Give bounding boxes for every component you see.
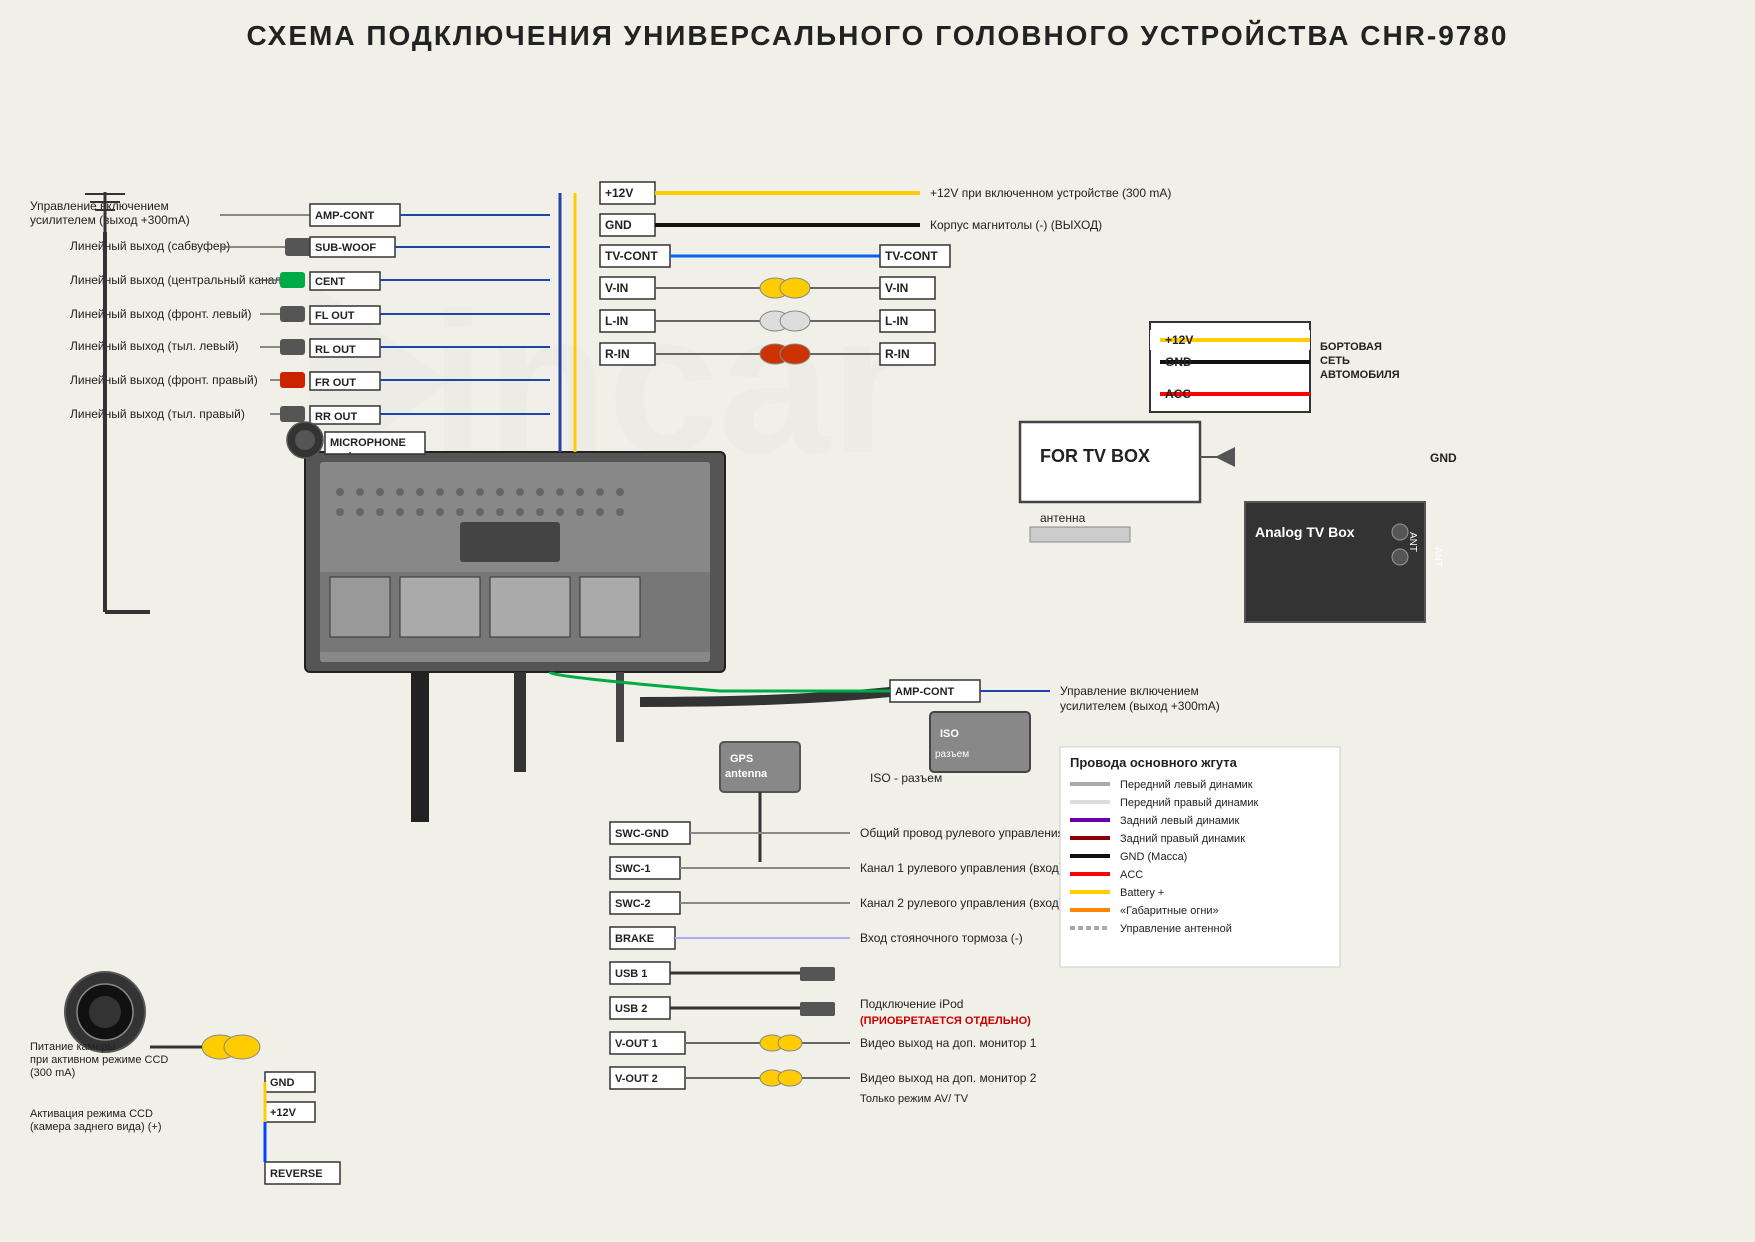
- svg-text:L-IN: L-IN: [885, 314, 908, 328]
- diagram-container: incar Управление включением усилителем (…: [20, 62, 1735, 1222]
- svg-text:V-IN: V-IN: [605, 281, 628, 295]
- svg-text:SWC-GND: SWC-GND: [615, 828, 669, 840]
- svg-text:ISO - разъем: ISO - разъем: [870, 771, 942, 785]
- svg-text:TV-CONT: TV-CONT: [605, 249, 658, 263]
- svg-text:Подключение iPod: Подключение iPod: [860, 997, 963, 1011]
- svg-text:при активном режиме CCD: при активном режиме CCD: [30, 1054, 168, 1066]
- svg-text:antenna: antenna: [725, 768, 768, 780]
- svg-text:GND (Масса): GND (Масса): [1120, 851, 1187, 863]
- svg-text:SWC-2: SWC-2: [615, 898, 650, 910]
- svg-text:Провода основного жгута: Провода основного жгута: [1070, 755, 1238, 770]
- svg-text:MICROPHONE: MICROPHONE: [330, 437, 406, 449]
- svg-text:Линейный выход (фронт. левый): Линейный выход (фронт. левый): [70, 307, 252, 321]
- svg-text:V-OUT 1: V-OUT 1: [615, 1038, 658, 1050]
- svg-text:антенна: антенна: [1040, 511, 1086, 525]
- svg-text:Передний правый динамик: Передний правый динамик: [1120, 797, 1258, 809]
- svg-text:ACC: ACC: [1120, 869, 1143, 881]
- svg-text:CENT: CENT: [315, 276, 345, 288]
- svg-text:+12V: +12V: [270, 1107, 297, 1119]
- svg-text:R-IN: R-IN: [885, 347, 910, 361]
- svg-text:ANT: ANT: [1407, 532, 1418, 552]
- svg-text:GND: GND: [270, 1077, 295, 1089]
- svg-text:GND: GND: [1430, 451, 1457, 465]
- svg-text:FL OUT: FL OUT: [315, 310, 355, 322]
- svg-text:Видео выход на доп. монитор 1: Видео выход на доп. монитор 1: [860, 1036, 1037, 1050]
- svg-text:Канал 2 рулевого управления (в: Канал 2 рулевого управления (вход): [860, 896, 1063, 910]
- page: СХЕМА ПОДКЛЮЧЕНИЯ УНИВЕРСАЛЬНОГО ГОЛОВНО…: [0, 0, 1755, 1241]
- svg-text:FOR TV BOX: FOR TV BOX: [1040, 446, 1150, 466]
- svg-text:Analog TV Box: Analog TV Box: [1255, 524, 1355, 540]
- svg-text:USB 2: USB 2: [615, 1003, 647, 1015]
- wiring-diagram: Управление включением усилителем (выход …: [20, 62, 1735, 1242]
- svg-text:(300 mA): (300 mA): [30, 1067, 75, 1079]
- svg-text:GND: GND: [605, 218, 632, 232]
- svg-text:RL OUT: RL OUT: [315, 344, 356, 356]
- svg-text:+12V при включенном устройстве: +12V при включенном устройстве (300 mA): [930, 186, 1171, 200]
- svg-text:SUB-WOOF: SUB-WOOF: [315, 242, 376, 254]
- svg-text:Задний левый динамик: Задний левый динамик: [1120, 815, 1240, 827]
- svg-text:Линейный выход (фронт. правый): Линейный выход (фронт. правый): [70, 373, 258, 387]
- svg-text:L-IN: L-IN: [605, 314, 628, 328]
- svg-text:ISO: ISO: [940, 728, 959, 740]
- svg-text:TV-CONT: TV-CONT: [885, 249, 938, 263]
- svg-text:усилителем (выход +300mA): усилителем (выход +300mA): [30, 213, 190, 227]
- svg-text:BRAKE: BRAKE: [615, 933, 654, 945]
- svg-text:усилителем (выход +300mA): усилителем (выход +300mA): [1060, 699, 1220, 713]
- svg-text:Задний правый динамик: Задний правый динамик: [1120, 833, 1245, 845]
- svg-text:Управление включением: Управление включением: [1060, 684, 1199, 698]
- svg-text:REVERSE: REVERSE: [270, 1168, 323, 1180]
- svg-text:Линейный выход (тыл. правый): Линейный выход (тыл. правый): [70, 407, 245, 421]
- svg-text:USB 1: USB 1: [615, 968, 647, 980]
- svg-text:Передний левый динамик: Передний левый динамик: [1120, 779, 1253, 791]
- svg-text:Управление антенной: Управление антенной: [1120, 923, 1232, 935]
- svg-text:SWC-1: SWC-1: [615, 863, 650, 875]
- svg-text:Вход стояночного тормоза (-): Вход стояночного тормоза (-): [860, 931, 1023, 945]
- svg-text:Линейный выход (тыл. левый): Линейный выход (тыл. левый): [70, 339, 239, 353]
- svg-text:V-OUT 2: V-OUT 2: [615, 1073, 658, 1085]
- svg-text:БОРТОВАЯ: БОРТОВАЯ: [1320, 341, 1382, 353]
- svg-text:разъем: разъем: [935, 749, 969, 760]
- svg-text:RR OUT: RR OUT: [315, 411, 357, 423]
- svg-text:(ПРИОБРЕТАЕТСЯ ОТДЕЛЬНО): (ПРИОБРЕТАЕТСЯ ОТДЕЛЬНО): [860, 1015, 1031, 1027]
- svg-text:АВТОМОБИЛЯ: АВТОМОБИЛЯ: [1320, 369, 1400, 381]
- svg-text:GND: GND: [1165, 355, 1192, 369]
- svg-text:AMP-CONT: AMP-CONT: [895, 686, 955, 698]
- svg-text:V-IN: V-IN: [885, 281, 908, 295]
- svg-text:AMP-CONT: AMP-CONT: [315, 210, 375, 222]
- svg-text:FR OUT: FR OUT: [315, 377, 356, 389]
- svg-text:R-IN: R-IN: [605, 347, 630, 361]
- page-title: СХЕМА ПОДКЛЮЧЕНИЯ УНИВЕРСАЛЬНОГО ГОЛОВНО…: [20, 20, 1735, 52]
- svg-text:ACC: ACC: [1165, 387, 1191, 401]
- svg-text:«Габаритные огни»: «Габаритные огни»: [1120, 905, 1219, 917]
- svg-text:Общий провод рулевого управлен: Общий провод рулевого управления (-): [860, 826, 1079, 840]
- svg-text:Линейный выход (сабвуфер): Линейный выход (сабвуфер): [70, 239, 230, 253]
- svg-text:Активация режима CCD: Активация режима CCD: [30, 1108, 153, 1120]
- svg-text:Питание камеры: Питание камеры: [30, 1041, 115, 1053]
- svg-text:СЕТЬ: СЕТЬ: [1320, 355, 1350, 367]
- svg-text:Канал 1 рулевого управления (в: Канал 1 рулевого управления (вход): [860, 861, 1063, 875]
- svg-text:ANT: ANT: [1432, 547, 1443, 567]
- svg-text:Видео выход на доп. монитор 2: Видео выход на доп. монитор 2: [860, 1071, 1037, 1085]
- svg-text:+12V: +12V: [605, 186, 633, 200]
- svg-text:(камера заднего вида) (+): (камера заднего вида) (+): [30, 1121, 162, 1133]
- svg-text:Battery +: Battery +: [1120, 887, 1164, 899]
- svg-text:Линейный выход (центральный ка: Линейный выход (центральный канал): [70, 273, 285, 287]
- svg-text:GPS: GPS: [730, 753, 753, 765]
- svg-text:Корпус магнитолы (-) (ВЫХОД): Корпус магнитолы (-) (ВЫХОД): [930, 218, 1102, 232]
- svg-text:+12V: +12V: [1165, 333, 1193, 347]
- svg-text:Только режим AV/ TV: Только режим AV/ TV: [860, 1093, 969, 1105]
